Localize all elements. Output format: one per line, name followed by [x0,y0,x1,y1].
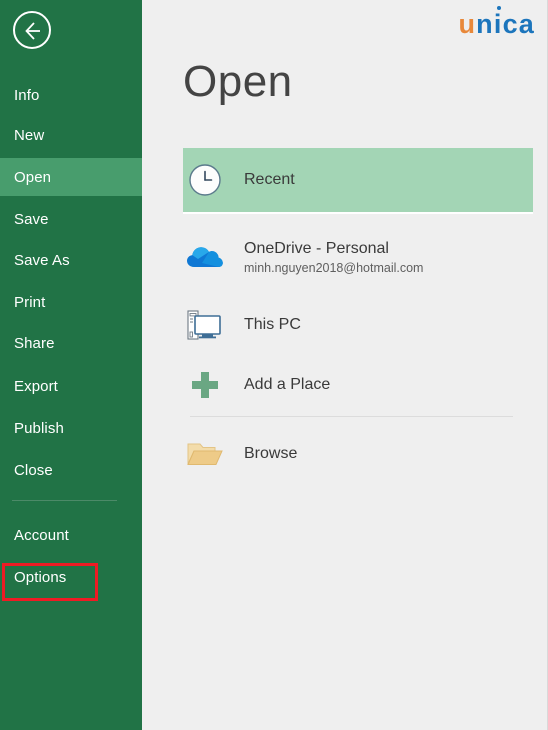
panel-divider [190,416,513,417]
place-label: Browse [244,445,298,463]
page-title: Open [183,57,293,106]
sidebar-item-label: Info [14,86,40,104]
place-text: OneDrive - Personal minh.nguyen2018@hotm… [244,239,423,275]
plus-icon [183,369,227,401]
sidebar-item-publish[interactable]: Publish [0,409,142,447]
sidebar-item-account[interactable]: Account [0,516,142,554]
clock-icon-glyph [189,164,221,196]
back-arrow-icon[interactable] [13,11,51,49]
sidebar-item-options[interactable]: Options [0,558,142,596]
place-sublabel: minh.nguyen2018@hotmail.com [244,261,424,276]
place-text: Add a Place [244,375,330,394]
sidebar-item-label: Print [14,293,46,311]
place-item-add-a-place[interactable]: Add a Place [183,364,533,406]
onedrive-cloud-glyph [187,247,223,267]
sidebar-item-label: Export [14,377,58,395]
place-text: Browse [244,444,297,463]
place-label: Add a Place [244,376,331,394]
sidebar-item-label: Options [14,568,67,586]
sidebar-item-share[interactable]: Share [0,324,142,362]
sidebar-item-open[interactable]: Open [0,158,142,196]
place-label: Recent [244,171,295,189]
place-item-this-pc[interactable]: This PC [183,303,533,347]
folder-icon [183,440,227,468]
computer-icon [183,309,227,341]
computer-icon-glyph [187,310,221,340]
sidebar-item-close[interactable]: Close [0,451,142,489]
logo-part-u: u [458,9,477,39]
unica-logo: unica [458,11,535,38]
place-item-onedrive[interactable]: OneDrive - Personal minh.nguyen2018@hotm… [183,232,533,282]
sidebar-item-label: Save As [14,251,70,269]
place-item-browse[interactable]: Browse [183,432,533,476]
folder-icon-glyph [187,443,223,465]
sidebar-item-label: Share [14,334,55,352]
backstage-sidebar: Info New Open Save Save As Print Share E… [0,0,142,730]
place-item-recent[interactable]: Recent [183,148,533,214]
excel-backstage-open-screen: Info New Open Save Save As Print Share E… [0,0,548,730]
logo-part-i: i [493,9,503,39]
sidebar-item-label: Account [14,526,69,544]
sidebar-item-save[interactable]: Save [0,200,142,238]
back-arrow-glyph [25,22,40,40]
sidebar-item-export[interactable]: Export [0,367,142,405]
sidebar-item-label: Close [14,461,53,479]
place-label: OneDrive - Personal [244,239,389,257]
sidebar-item-label: Save [14,210,49,228]
logo-part-ca: ca [502,9,535,39]
sidebar-item-print[interactable]: Print [0,283,142,321]
sidebar-item-info[interactable]: Info [0,76,142,114]
clock-icon [183,163,227,197]
plus-icon-glyph [192,372,218,398]
place-text: This PC [244,315,301,334]
place-label: This PC [244,316,301,334]
sidebar-item-new[interactable]: New [0,116,142,154]
sidebar-divider [12,500,117,501]
onedrive-cloud-icon [183,243,227,271]
backstage-main-panel: unica Open Recent OneDrive - Personal mi… [142,0,547,730]
sidebar-item-label: Publish [14,419,64,437]
sidebar-item-label: Open [14,168,52,186]
sidebar-item-label: New [14,126,45,144]
logo-part-n: n [476,9,494,39]
place-text: Recent [244,170,295,189]
sidebar-item-save-as[interactable]: Save As [0,241,142,279]
